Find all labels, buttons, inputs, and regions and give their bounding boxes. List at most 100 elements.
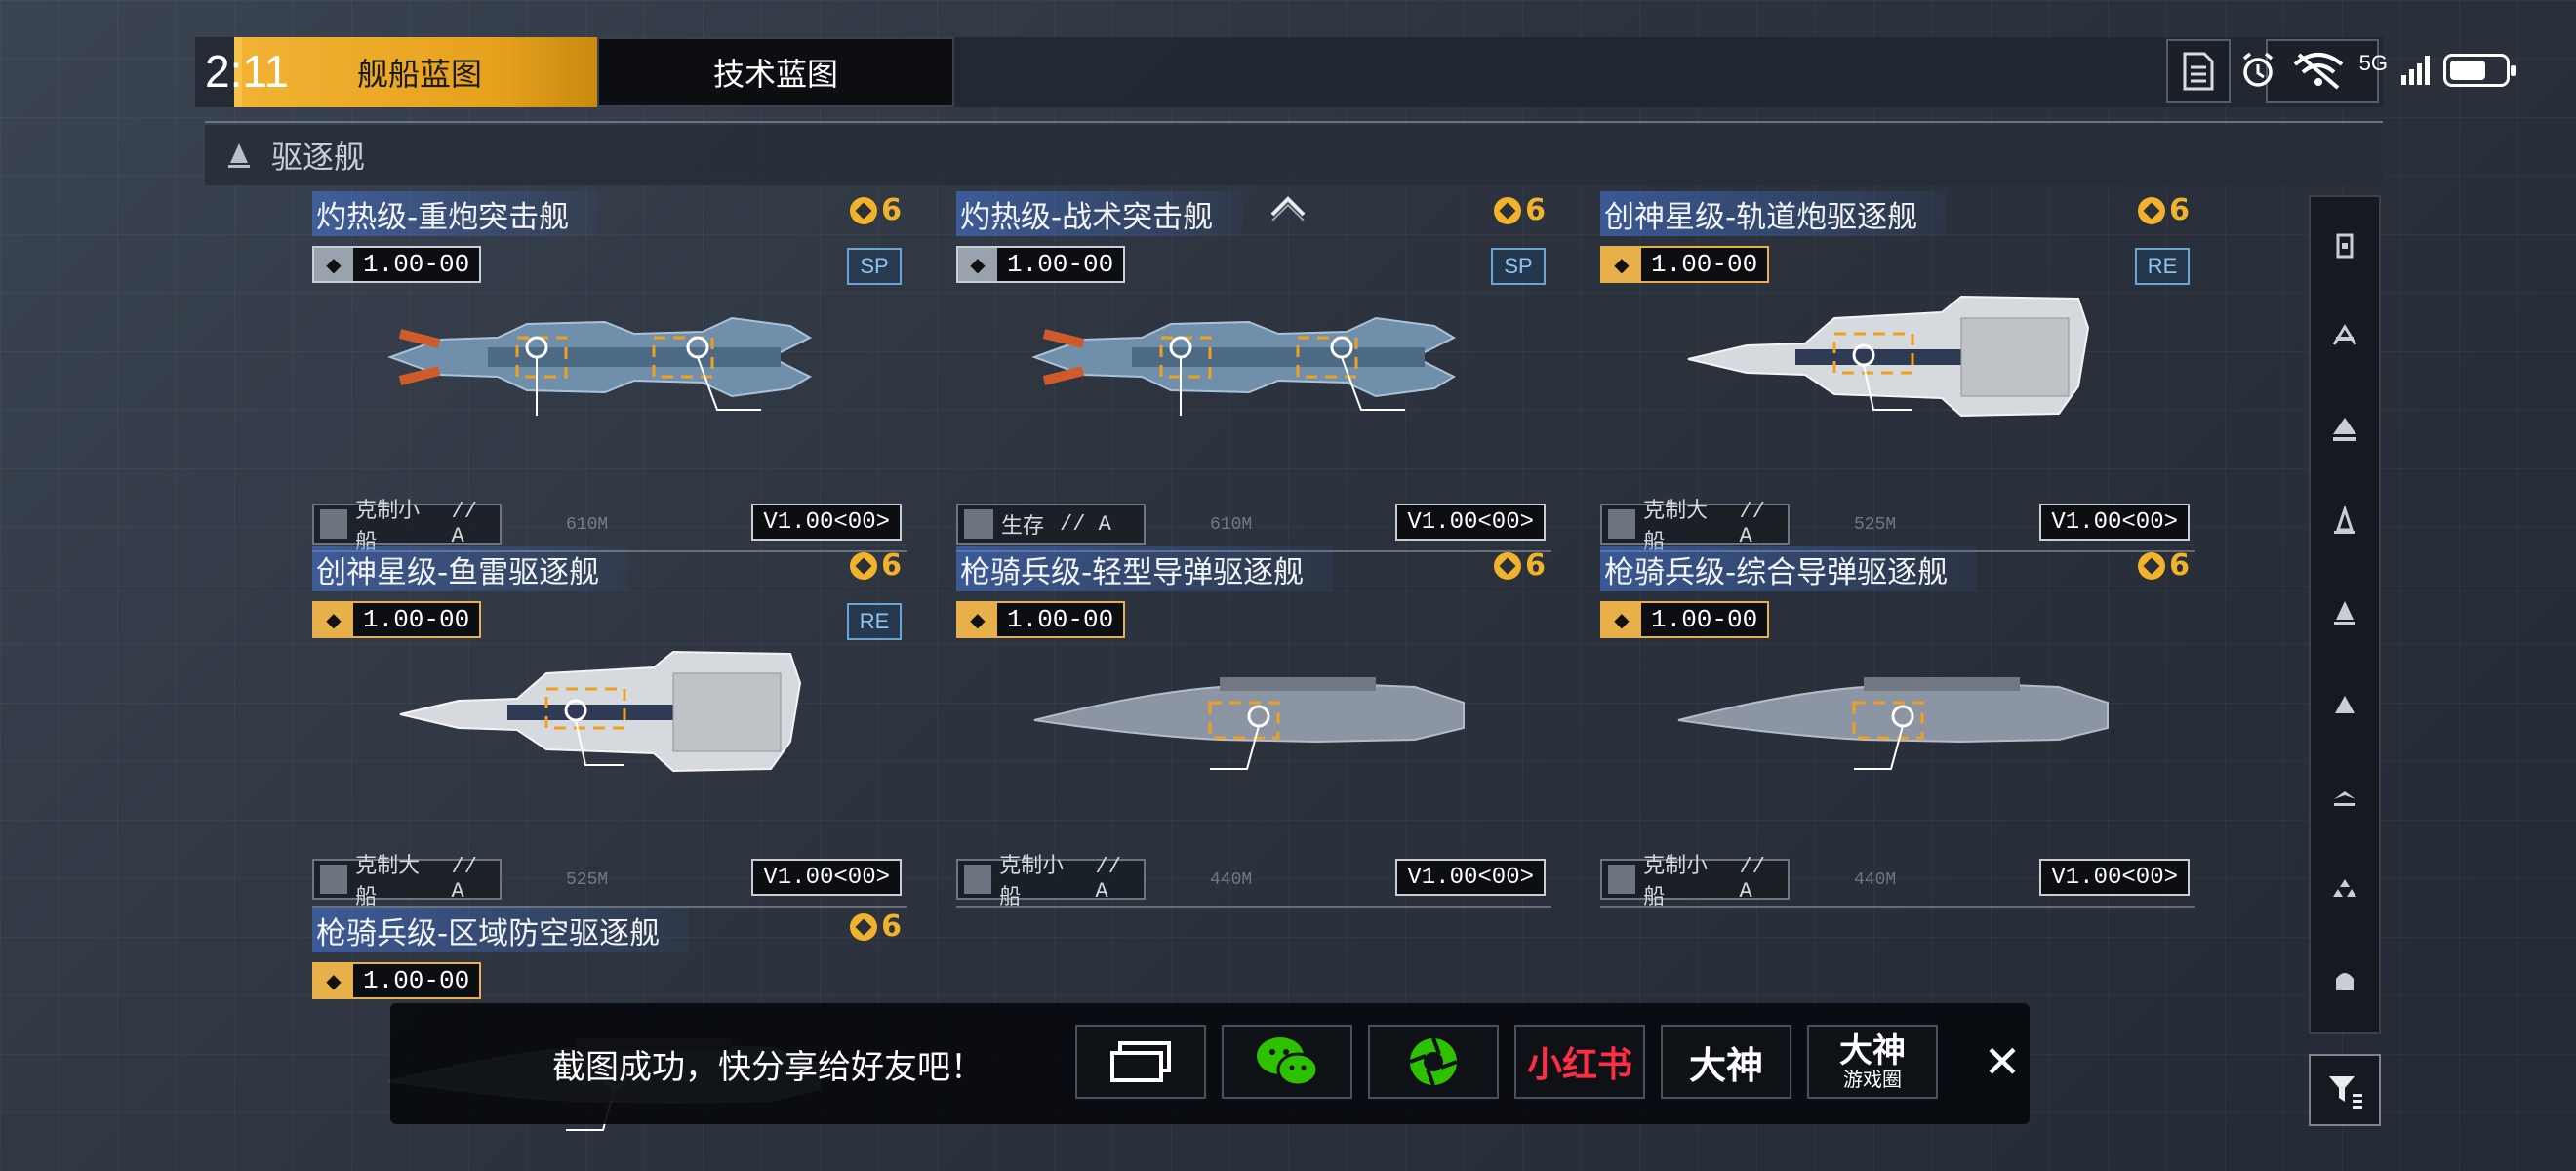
section-title: 驱逐舰 xyxy=(271,139,366,176)
role-tag: 生存 // A xyxy=(956,504,1146,545)
version-value: 1.00-00 xyxy=(997,603,1124,636)
version-tag: ◆ 1.00-00 xyxy=(1600,601,1770,638)
alarm-icon xyxy=(2242,52,2273,87)
rail-item[interactable] xyxy=(2311,859,2379,917)
cost-icon xyxy=(850,196,878,224)
close-share-button[interactable]: ✕ xyxy=(1977,1035,2028,1088)
rail-item[interactable] xyxy=(2311,584,2379,642)
share-dashen-circle-button[interactable]: 大神 游戏圈 xyxy=(1807,1025,1938,1099)
cost-icon xyxy=(2138,196,2166,224)
role-grade: // A xyxy=(1060,511,1111,537)
ship-length: 440M xyxy=(1854,870,1897,890)
version-value: 1.00-00 xyxy=(1641,603,1768,636)
class-badge-icon: ◆ xyxy=(314,603,353,636)
carrier-icon xyxy=(2336,233,2354,259)
role-icon xyxy=(320,509,348,539)
squadron-icon xyxy=(2333,879,2356,897)
cost-icon xyxy=(850,551,878,580)
model-version: V1.00<00> xyxy=(1395,859,1546,896)
model-version: V1.00<00> xyxy=(751,859,902,896)
rail-item[interactable] xyxy=(2311,767,2379,826)
hangar-icon xyxy=(2336,973,2354,990)
ship-length: 610M xyxy=(566,515,609,535)
cost-value: 6 xyxy=(881,909,902,944)
cost: 6 xyxy=(1494,548,1546,583)
filter-icon xyxy=(2329,1076,2362,1109)
rarity-badge: SP xyxy=(1491,248,1546,285)
cost-icon xyxy=(2138,551,2166,580)
class-badge-icon: ◆ xyxy=(958,603,997,636)
network-label: 5G xyxy=(2358,51,2388,75)
ship-render xyxy=(1031,316,1457,416)
role-tag: 克制小船 // A xyxy=(956,854,1146,909)
cost: 6 xyxy=(1494,193,1546,227)
blueprint-card[interactable]: 创神星级-鱼雷驱逐舰 6 ◆ 1.00-00 RE 克制大船 // A 525M V1… xyxy=(312,546,907,909)
model-version: V1.00<00> xyxy=(2039,859,2190,896)
share-xiaohongshu-button[interactable]: 小红书 xyxy=(1514,1025,1645,1099)
rarity-badge: SP xyxy=(847,248,902,285)
rail-item[interactable] xyxy=(2311,675,2379,734)
filter-button[interactable] xyxy=(2309,1054,2381,1126)
ship-name: 枪骑兵级-综合导弹驱逐舰 xyxy=(1600,546,1978,591)
blueprint-card[interactable]: 枪骑兵级-轻型导弹驱逐舰 6 ◆ 1.00-00 克制小船 // A 440M V1… xyxy=(956,546,1551,909)
cost-value: 6 xyxy=(881,548,902,583)
share-screenshot-edit-button[interactable] xyxy=(1075,1025,1206,1099)
version-value: 1.00-00 xyxy=(997,248,1124,281)
blueprint-card[interactable]: 灼热级-重炮突击舰 6 ◆ 1.00-00 SP 克制小船// A 610M V1.… xyxy=(312,191,907,554)
document-button[interactable] xyxy=(2166,39,2231,103)
status-time: 2:11 xyxy=(205,46,290,97)
card-baseline xyxy=(956,906,1551,908)
dashen-circle-label: 大神 xyxy=(1839,1031,1906,1070)
version-tag: ◆ 1.00-00 xyxy=(312,601,482,638)
role-icon xyxy=(964,865,992,894)
ship-name: 枪骑兵级-轻型导弹驱逐舰 xyxy=(956,546,1334,591)
destroyer-icon xyxy=(2334,506,2355,534)
wechat-icon xyxy=(1257,1037,1319,1087)
rail-item[interactable] xyxy=(2311,950,2379,1009)
corvette-icon xyxy=(2335,696,2355,713)
cost: 6 xyxy=(2138,193,2190,227)
moments-icon xyxy=(1409,1037,1458,1086)
blueprint-card[interactable]: 灼热级-战术突击舰 6 ◆ 1.00-00 SP 生存 // A 610M V1.00… xyxy=(956,191,1551,552)
cost: 6 xyxy=(2138,548,2190,583)
rail-item[interactable] xyxy=(2311,308,2379,367)
rail-item[interactable] xyxy=(2311,492,2379,550)
document-icon xyxy=(2183,52,2214,91)
xiaohongshu-label: 小红书 xyxy=(1526,1045,1632,1085)
ship-name: 创神星级-轨道炮驱逐舰 xyxy=(1600,191,1948,236)
rail-item[interactable] xyxy=(2311,400,2379,459)
blueprint-card[interactable]: 枪骑兵级-综合导弹驱逐舰 6 ◆ 1.00-00 克制小船 // A 440M V1… xyxy=(1600,546,2195,909)
version-value: 1.00-00 xyxy=(353,964,480,997)
rail-item[interactable] xyxy=(2311,217,2379,275)
ship-name: 创神星级-鱼雷驱逐舰 xyxy=(312,546,629,591)
ship-render xyxy=(1687,295,2090,418)
role-grade: // A xyxy=(1739,500,1765,548)
share-moments-button[interactable] xyxy=(1368,1025,1499,1099)
ship-name: 灼热级-重炮突击舰 xyxy=(312,191,599,236)
cost-icon xyxy=(1494,551,1522,580)
role-icon xyxy=(1608,509,1636,539)
cost-value: 6 xyxy=(1525,548,1546,583)
share-dashen-button[interactable]: 大神 xyxy=(1661,1025,1791,1099)
class-badge-icon: ◆ xyxy=(1602,603,1641,636)
tab-tech-blueprint[interactable]: 技术蓝图 xyxy=(597,37,954,107)
role-label: 克制小船 xyxy=(1643,854,1709,909)
class-badge-icon: ◆ xyxy=(314,248,353,281)
section-header: 驱逐舰 xyxy=(205,125,2383,185)
class-badge-icon: ◆ xyxy=(1602,248,1641,281)
ship-render xyxy=(399,650,802,773)
card-baseline xyxy=(1600,906,2195,908)
cost-icon xyxy=(850,912,878,941)
version-tag: ◆ 1.00-00 xyxy=(312,962,482,999)
blueprint-card[interactable]: 创神星级-轨道炮驱逐舰 6 ◆ 1.00-00 RE 克制大船// A 525M V… xyxy=(1600,191,2195,554)
fighter-icon xyxy=(2334,791,2355,806)
cost-value: 6 xyxy=(2169,548,2190,583)
screenshot-frame-icon xyxy=(1110,1041,1171,1082)
role-grade: // A xyxy=(1095,855,1121,904)
rarity-badge: RE xyxy=(847,603,902,640)
role-icon xyxy=(320,865,348,894)
cost: 6 xyxy=(850,909,902,944)
role-tag: 克制小船 // A xyxy=(1600,854,1790,909)
share-wechat-button[interactable] xyxy=(1222,1025,1352,1099)
version-tag: ◆ 1.00-00 xyxy=(1600,246,1770,283)
